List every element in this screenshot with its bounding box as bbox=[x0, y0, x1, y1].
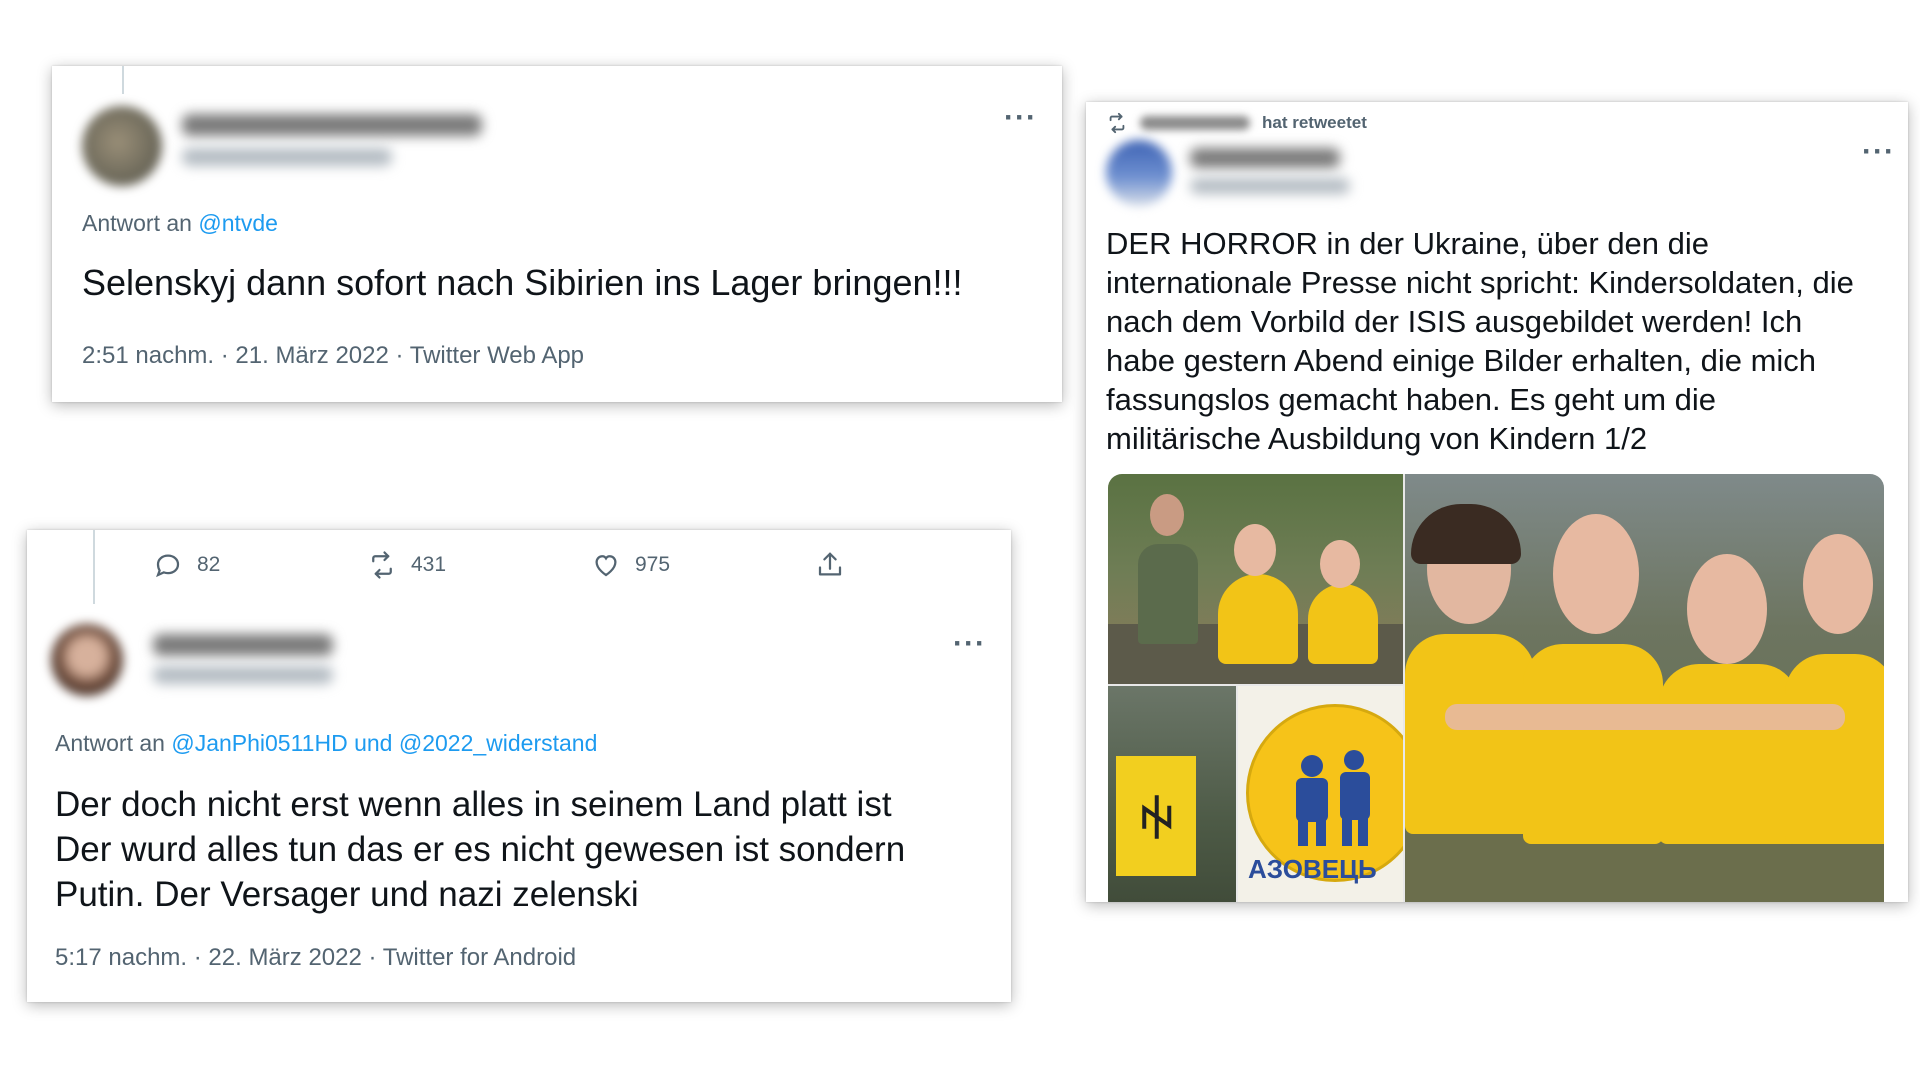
logo-text: АЗОВЕЦЬ bbox=[1248, 854, 1377, 884]
retweet-header: hat retweetet bbox=[1106, 112, 1367, 134]
tweet-timestamp[interactable]: 2:51 nachm. · 21. März 2022 · Twitter We… bbox=[82, 342, 584, 370]
more-horizontal-icon[interactable]: ··· bbox=[953, 629, 986, 659]
retweet-count: 431 bbox=[411, 553, 447, 576]
reply-count: 82 bbox=[197, 553, 221, 576]
tweet-text-line: Putin. Der Versager und nazi zelenski bbox=[55, 875, 639, 914]
reply-icon bbox=[156, 554, 180, 578]
share-action[interactable] bbox=[815, 550, 845, 580]
handle-redacted[interactable] bbox=[182, 148, 392, 166]
tweet-text-line: Der wurd alles tun das er es nicht gewes… bbox=[55, 830, 906, 869]
avatar[interactable] bbox=[51, 624, 123, 696]
tweet-media-grid[interactable]: ꑭ АЗОВЕЦЬ bbox=[1108, 474, 1884, 902]
tweet-card-retweet-horror[interactable]: hat retweetet ··· DER HORROR in der Ukra… bbox=[1086, 102, 1908, 902]
like-action[interactable]: 975 bbox=[591, 550, 670, 580]
reply-to-prefix: Antwort an bbox=[55, 730, 165, 756]
tweet-timestamp[interactable]: 5:17 nachm. · 22. März 2022 · Twitter fo… bbox=[55, 944, 576, 972]
heart-icon bbox=[595, 555, 617, 577]
mention-link[interactable]: @2022_widerstand bbox=[399, 730, 598, 756]
tweet-text-line: internationale Presse nicht spricht: Kin… bbox=[1106, 265, 1854, 300]
avatar[interactable] bbox=[1106, 140, 1172, 206]
reply-to-line: Antwort an @JanPhi0511HD und @2022_wider… bbox=[55, 730, 597, 757]
mention-link[interactable]: @ntvde bbox=[198, 210, 278, 236]
more-horizontal-icon[interactable]: ··· bbox=[1004, 103, 1037, 133]
tweet-card-ntvde-reply[interactable]: ··· Antwort an @ntvde Selenskyj dann sof… bbox=[52, 66, 1062, 402]
media-photo-children-salute[interactable] bbox=[1405, 474, 1884, 902]
flag-image: ꑭ bbox=[1116, 756, 1196, 876]
thread-connector bbox=[93, 530, 95, 604]
display-name-redacted[interactable] bbox=[153, 634, 333, 656]
tweet-text-line: Der doch nicht erst wenn alles in seinem… bbox=[55, 785, 892, 824]
tweet-text-line: habe gestern Abend einige Bilder erhalte… bbox=[1106, 343, 1817, 378]
media-photo-soldiers[interactable]: ꑭ bbox=[1108, 686, 1236, 902]
media-logo-tile[interactable]: АЗОВЕЦЬ bbox=[1238, 686, 1403, 902]
avatar[interactable] bbox=[82, 106, 162, 186]
reply-action[interactable]: 82 bbox=[153, 550, 220, 580]
tweet-text-line: DER HORROR in der Ukraine, über den die bbox=[1106, 226, 1710, 261]
like-count: 975 bbox=[635, 553, 671, 576]
flag-symbol: ꑭ bbox=[1138, 796, 1176, 849]
handle-redacted[interactable] bbox=[1190, 178, 1350, 194]
retweeter-name-redacted[interactable] bbox=[1140, 116, 1250, 130]
reply-to-line: Antwort an @ntvde bbox=[82, 210, 278, 237]
thread-connector bbox=[122, 66, 124, 94]
retweet-icon bbox=[372, 551, 392, 579]
retweet-action[interactable]: 431 bbox=[367, 550, 446, 580]
silhouettes-icon bbox=[1296, 750, 1370, 846]
tweet-text: Selenskyj dann sofort nach Sibirien ins … bbox=[82, 262, 963, 303]
share-icon bbox=[818, 552, 842, 576]
mention-link[interactable]: @JanPhi0511HD bbox=[171, 730, 347, 756]
tweet-text: Der doch nicht erst wenn alles in seinem… bbox=[55, 782, 905, 917]
tweet-text-line: militärische Ausbildung von Kindern 1/2 bbox=[1106, 421, 1648, 456]
media-photo-camp[interactable] bbox=[1108, 474, 1403, 684]
tweet-text-line: nach dem Vorbild der ISIS ausgebildet we… bbox=[1106, 304, 1803, 339]
display-name-redacted[interactable] bbox=[1190, 148, 1340, 168]
reply-to-prefix: Antwort an bbox=[82, 210, 192, 236]
more-horizontal-icon[interactable]: ··· bbox=[1862, 137, 1895, 167]
mention-joiner: und bbox=[354, 730, 393, 756]
tweet-card-zelenski-reply[interactable]: 82 431 975 ··· Antwort an @JanPhi0511HD … bbox=[27, 530, 1011, 1002]
tweet-text-line: fassungslos gemacht haben. Es geht um di… bbox=[1106, 382, 1717, 417]
handle-redacted[interactable] bbox=[153, 666, 333, 684]
tweet-text: DER HORROR in der Ukraine, über den die … bbox=[1106, 224, 1854, 458]
display-name-redacted[interactable] bbox=[182, 114, 482, 136]
retweet-icon bbox=[1109, 112, 1125, 134]
retweet-suffix: hat retweetet bbox=[1262, 113, 1367, 132]
